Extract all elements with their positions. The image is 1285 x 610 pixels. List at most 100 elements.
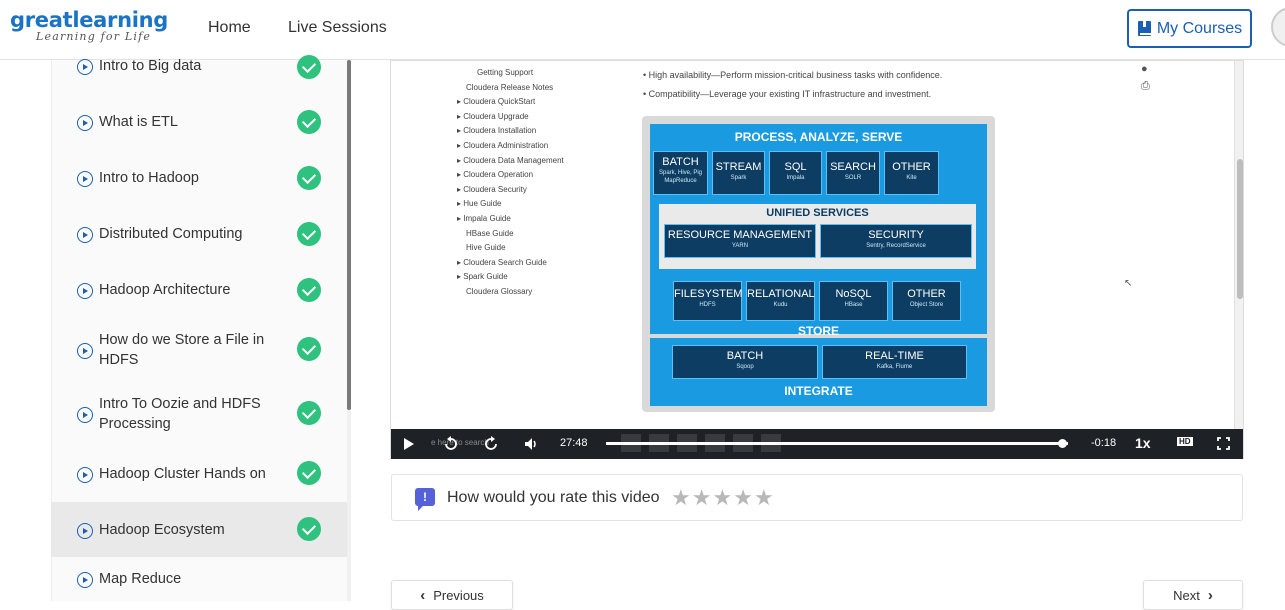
box-title: SECURITY <box>868 229 924 241</box>
completed-check-icon <box>297 222 321 246</box>
lesson-item-store-file-hdfs[interactable]: How do we Store a File in HDFS <box>51 318 347 382</box>
box-title: REAL-TIME <box>865 350 924 362</box>
lesson-item-oozie-hdfs-processing[interactable]: Intro To Oozie and HDFS Processing <box>51 382 347 446</box>
lesson-item-hadoop-ecosystem[interactable]: Hadoop Ecosystem <box>51 502 347 557</box>
play-circle-icon <box>77 227 93 243</box>
store-box-nosql: NoSQL HBase <box>819 281 888 321</box>
star-icon[interactable]: ★ <box>754 485 775 510</box>
play-icon[interactable] <box>403 437 415 451</box>
lesson-item-hadoop-architecture[interactable]: Hadoop Architecture <box>51 262 347 318</box>
greatlearning-logo[interactable]: greatlearning Learning for Life <box>10 9 168 43</box>
box-sub: HDFS <box>699 302 716 308</box>
user-avatar[interactable] <box>1271 7 1285 47</box>
doc-nav-item: ▸ Cloudera Upgrade <box>457 111 529 121</box>
lesson-item-map-reduce[interactable]: Map Reduce <box>51 557 347 601</box>
play-circle-icon <box>77 343 93 359</box>
unified-services-title: UNIFIED SERVICES <box>766 207 869 219</box>
integrate-box-batch: BATCH Sqoop <box>672 345 818 379</box>
process-box-batch: BATCH Spark, Hive, Pig MapReduce <box>653 151 708 195</box>
process-box-other: OTHER Kite <box>884 151 939 195</box>
volume-icon[interactable] <box>523 436 539 452</box>
doc-nav-item: Cloudera Glossary <box>466 286 533 296</box>
box-sub: Object Store <box>909 302 944 308</box>
print-icon: ⎙ <box>1141 80 1150 92</box>
video-player[interactable]: Getting Support Cloudera Release Notes ▸… <box>390 60 1244 459</box>
box-title: STREAM <box>715 161 762 173</box>
star-icon[interactable]: ★ <box>671 485 692 510</box>
box-sub: Kudu <box>773 302 788 308</box>
box-title: FILESYSTEM <box>674 288 743 300</box>
store-box-other: OTHER Object Store <box>892 281 961 321</box>
star-rating[interactable]: ★★★★★ <box>671 485 775 511</box>
lesson-label: What is ETL <box>99 114 178 130</box>
lesson-item-intro-to-big-data[interactable]: Intro to Big data <box>51 55 347 79</box>
next-button[interactable]: Next › <box>1143 580 1243 610</box>
lesson-label: Hadoop Ecosystem <box>99 522 225 538</box>
doc-nav-item: HBase Guide <box>466 228 514 238</box>
rate-video-panel: ! How would you rate this video ★★★★★ <box>391 474 1243 521</box>
lesson-item-intro-to-hadoop[interactable]: Intro to Hadoop <box>51 150 347 206</box>
my-courses-button[interactable]: My Courses <box>1127 9 1252 48</box>
progress-bar[interactable] <box>606 442 1068 445</box>
fullscreen-icon[interactable] <box>1217 437 1230 450</box>
hd-quality-badge[interactable]: HD <box>1177 437 1193 446</box>
box-title: BATCH <box>726 350 764 362</box>
previous-button[interactable]: ‹ Previous <box>391 580 513 610</box>
doc-nav-item: ▸ Spark Guide <box>457 272 508 282</box>
doc-nav-item: ▸ Cloudera Search Guide <box>457 257 547 267</box>
my-courses-label: My Courses <box>1156 19 1243 37</box>
rewind-icon[interactable] <box>443 436 459 452</box>
completed-check-icon <box>297 461 321 485</box>
progress-knob[interactable] <box>1058 439 1067 448</box>
store-title: STORE <box>797 324 840 338</box>
box-sub: Impala <box>786 175 805 181</box>
completed-check-icon <box>297 110 321 134</box>
lesson-label: Distributed Computing <box>99 226 243 242</box>
unified-box-resource-management: RESOURCE MANAGEMENT YARN <box>664 224 816 258</box>
book-icon <box>1137 20 1151 36</box>
box-sub: Spark, Hive, Pig MapReduce <box>658 170 703 184</box>
playback-speed-button[interactable]: 1x <box>1135 435 1151 451</box>
mouse-cursor-icon: ↖ <box>1124 278 1133 289</box>
completed-check-icon <box>297 401 321 425</box>
remaining-time: -0:18 <box>1091 437 1117 449</box>
lesson-item-distributed-computing[interactable]: Distributed Computing <box>51 206 347 262</box>
box-sub: HBase <box>844 302 863 308</box>
feature-bullets: • High availability—Perform mission-crit… <box>643 66 942 104</box>
process-title: PROCESS, ANALYZE, SERVE <box>734 130 903 144</box>
forward-icon[interactable] <box>483 436 499 452</box>
nav-live-sessions[interactable]: Live Sessions <box>288 19 387 37</box>
lesson-item-hadoop-cluster-hands-on[interactable]: Hadoop Cluster Hands on <box>51 446 347 502</box>
current-time: 27:48 <box>560 437 588 449</box>
lesson-label: Intro to Big data <box>99 58 202 74</box>
doc-nav-item: ▸ Cloudera Installation <box>457 126 537 136</box>
lesson-item-what-is-etl[interactable]: What is ETL <box>51 94 347 150</box>
completed-check-icon <box>297 337 321 361</box>
nav-home[interactable]: Home <box>208 19 251 37</box>
box-title: RESOURCE MANAGEMENT <box>667 229 813 241</box>
top-header: greatlearning Learning for Life Home Liv… <box>0 0 1285 60</box>
video-doc-scrollbar-thumb <box>1237 159 1243 299</box>
play-circle-icon <box>77 572 93 588</box>
star-icon[interactable]: ★ <box>692 485 713 510</box>
box-title: RELATIONAL <box>747 288 815 300</box>
unified-box-security: SECURITY Sentry, RecordService <box>820 224 972 258</box>
completed-check-icon <box>297 517 321 541</box>
lesson-label: Hadoop Architecture <box>99 282 231 298</box>
process-store-panel: PROCESS, ANALYZE, SERVE BATCH Spark, Hiv… <box>650 124 987 338</box>
next-label: Next <box>1173 587 1200 603</box>
star-icon[interactable]: ★ <box>712 485 733 510</box>
previous-label: Previous <box>433 587 484 603</box>
star-icon[interactable]: ★ <box>733 485 754 510</box>
bullet-compatibility: • Compatibility—Leverage your existing I… <box>643 89 932 99</box>
completed-check-icon <box>297 55 321 79</box>
box-title: OTHER <box>892 161 931 173</box>
video-doc-scrollbar <box>1234 61 1243 433</box>
lesson-label: Map Reduce <box>99 571 182 587</box>
box-sub: Kafka, Flume <box>876 364 913 370</box>
box-title: SQL <box>784 161 807 173</box>
ghost-search-text: e here to search <box>431 438 489 447</box>
cloudera-architecture-diagram: PROCESS, ANALYZE, SERVE BATCH Spark, Hiv… <box>642 116 995 412</box>
sidebar-scrollbar-thumb[interactable] <box>347 60 351 410</box>
bullet-high-availability: • High availability—Perform mission-crit… <box>643 70 943 80</box>
